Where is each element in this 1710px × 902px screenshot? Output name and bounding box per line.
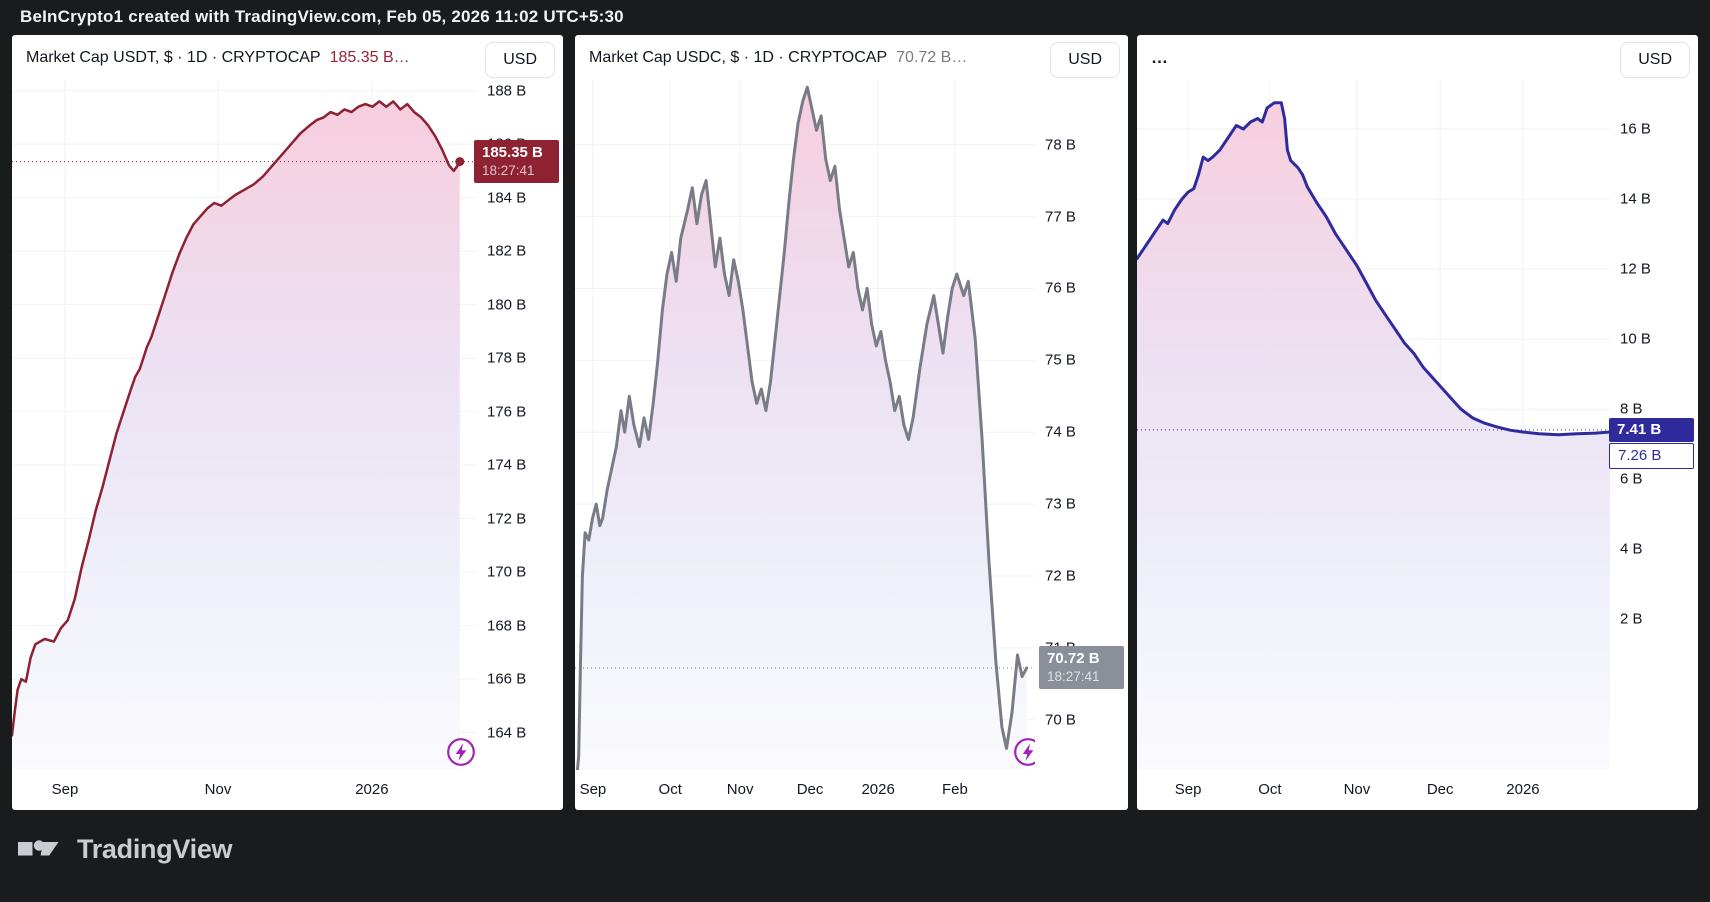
plot-area-usdc[interactable]	[575, 80, 1035, 770]
x-axis-label: Nov	[727, 781, 754, 798]
x-axis-label: Dec	[1427, 781, 1454, 798]
plot-area-third[interactable]	[1137, 80, 1610, 770]
currency-button[interactable]: USD	[1050, 42, 1120, 78]
y-axis-label: 10 B	[1620, 331, 1651, 348]
currency-button[interactable]: USD	[1620, 42, 1690, 78]
x-axis-label: 2026	[1506, 781, 1539, 798]
chart-panel-third: … USD 16 B 14 B 12 B 10 B 8 B 6 B 4 B 2 B Sep Oc…	[1137, 35, 1698, 810]
x-axis-label: Sep	[580, 781, 607, 798]
y-axis-label: 182 B	[487, 243, 526, 260]
y-axis-label: 172 B	[487, 510, 526, 527]
tradingview-brand-text: TradingView	[77, 834, 232, 865]
y-axis-label: 164 B	[487, 724, 526, 741]
last-price-time: 18:27:41	[482, 162, 559, 179]
x-axis-label: Sep	[52, 781, 79, 798]
y-axis-label: 166 B	[487, 671, 526, 688]
last-price-badge-usdc: 70.72 B 18:27:41	[1039, 646, 1124, 689]
x-axis-label: Nov	[205, 781, 232, 798]
y-axis-label: 176 B	[487, 403, 526, 420]
x-axis-usdt: Sep Nov 2026	[12, 770, 477, 810]
y-axis-label: 70 B	[1045, 711, 1076, 728]
last-price-badge-third: 7.41 B	[1609, 418, 1694, 442]
chart-panel-usdc: Market Cap USDC, $ · 1D · CRYPTOCAP 70.7…	[575, 35, 1128, 810]
last-price-value: 185.35 B	[482, 143, 559, 162]
chart-panel-usdt: Market Cap USDT, $ · 1D · CRYPTOCAP 185.…	[12, 35, 563, 810]
x-axis-label: 2026	[355, 781, 388, 798]
currency-button[interactable]: USD	[485, 42, 555, 78]
y-axis-label: 75 B	[1045, 352, 1076, 369]
y-axis-label: 74 B	[1045, 424, 1076, 441]
secondary-price-badge-third: 7.26 B	[1609, 443, 1694, 469]
y-axis-label: 78 B	[1045, 136, 1076, 153]
y-axis-usdt: 188 B186 B184 B182 B180 B178 B176 B174 B…	[477, 80, 563, 770]
y-axis-label: 72 B	[1045, 567, 1076, 584]
x-axis-label: 2026	[861, 781, 894, 798]
x-axis-label: Oct	[1258, 781, 1281, 798]
last-price-badge-usdt: 185.35 B 18:27:41	[474, 140, 559, 183]
x-axis-label: Nov	[1344, 781, 1371, 798]
top-bar: BeInCrypto1 created with TradingView.com…	[0, 0, 1710, 35]
x-axis-third: Sep Oct Nov Dec 2026	[1137, 770, 1610, 810]
chart-svg-third-market-cap	[1137, 80, 1610, 770]
x-axis-label: Oct	[659, 781, 682, 798]
y-axis-label: 73 B	[1045, 496, 1076, 513]
x-axis-label: Sep	[1175, 781, 1202, 798]
tradingview-logo[interactable]: TradingView	[18, 833, 232, 865]
y-axis-label: 77 B	[1045, 208, 1076, 225]
attribution-text: BeInCrypto1 created with TradingView.com…	[20, 0, 624, 34]
legend-ellipsis-button[interactable]: …	[1151, 48, 1169, 68]
y-axis-label: 76 B	[1045, 280, 1076, 297]
x-axis-label: Feb	[942, 781, 968, 798]
y-axis-label: 178 B	[487, 350, 526, 367]
panel-header: …	[1151, 35, 1169, 81]
panel-title: Market Cap USDC, $ · 1D · CRYPTOCAP	[589, 49, 887, 67]
last-price-value: 7.41 B	[1617, 420, 1694, 439]
y-axis-label: 180 B	[487, 296, 526, 313]
chart-svg-usdc-market-cap	[575, 80, 1035, 770]
y-axis-label: 4 B	[1620, 541, 1643, 558]
boost-lightning-icon[interactable]	[1013, 737, 1035, 767]
panel-value-preview: 70.72 B…	[896, 49, 967, 67]
y-axis-label: 8 B	[1620, 401, 1643, 418]
x-axis-usdc: Sep Oct Nov Dec 2026 Feb	[575, 770, 1035, 810]
secondary-price-value: 7.26 B	[1618, 446, 1693, 465]
y-axis-label: 168 B	[487, 617, 526, 634]
panel-header: Market Cap USDT, $ · 1D · CRYPTOCAP 185.…	[26, 35, 410, 81]
panel-value-preview: 185.35 B…	[330, 49, 410, 67]
last-price-value: 70.72 B	[1047, 649, 1124, 668]
plot-area-usdt[interactable]	[12, 80, 477, 770]
y-axis-label: 6 B	[1620, 471, 1643, 488]
y-axis-label: 174 B	[487, 457, 526, 474]
y-axis-label: 170 B	[487, 564, 526, 581]
boost-lightning-icon[interactable]	[446, 737, 476, 767]
y-axis-label: 188 B	[487, 82, 526, 99]
panel-title: Market Cap USDT, $ · 1D · CRYPTOCAP	[26, 49, 321, 67]
y-axis-label: 16 B	[1620, 121, 1651, 138]
y-axis-label: 184 B	[487, 189, 526, 206]
y-axis-label: 14 B	[1620, 191, 1651, 208]
tradingview-multichart-screen: BeInCrypto1 created with TradingView.com…	[0, 0, 1710, 902]
x-axis-label: Dec	[797, 781, 824, 798]
y-axis-label: 12 B	[1620, 261, 1651, 278]
y-axis-label: 2 B	[1620, 611, 1643, 628]
chart-svg-usdt-market-cap	[12, 80, 477, 770]
panel-header: Market Cap USDC, $ · 1D · CRYPTOCAP 70.7…	[589, 35, 967, 81]
last-price-time: 18:27:41	[1047, 668, 1124, 685]
tradingview-logo-mark	[18, 833, 64, 865]
